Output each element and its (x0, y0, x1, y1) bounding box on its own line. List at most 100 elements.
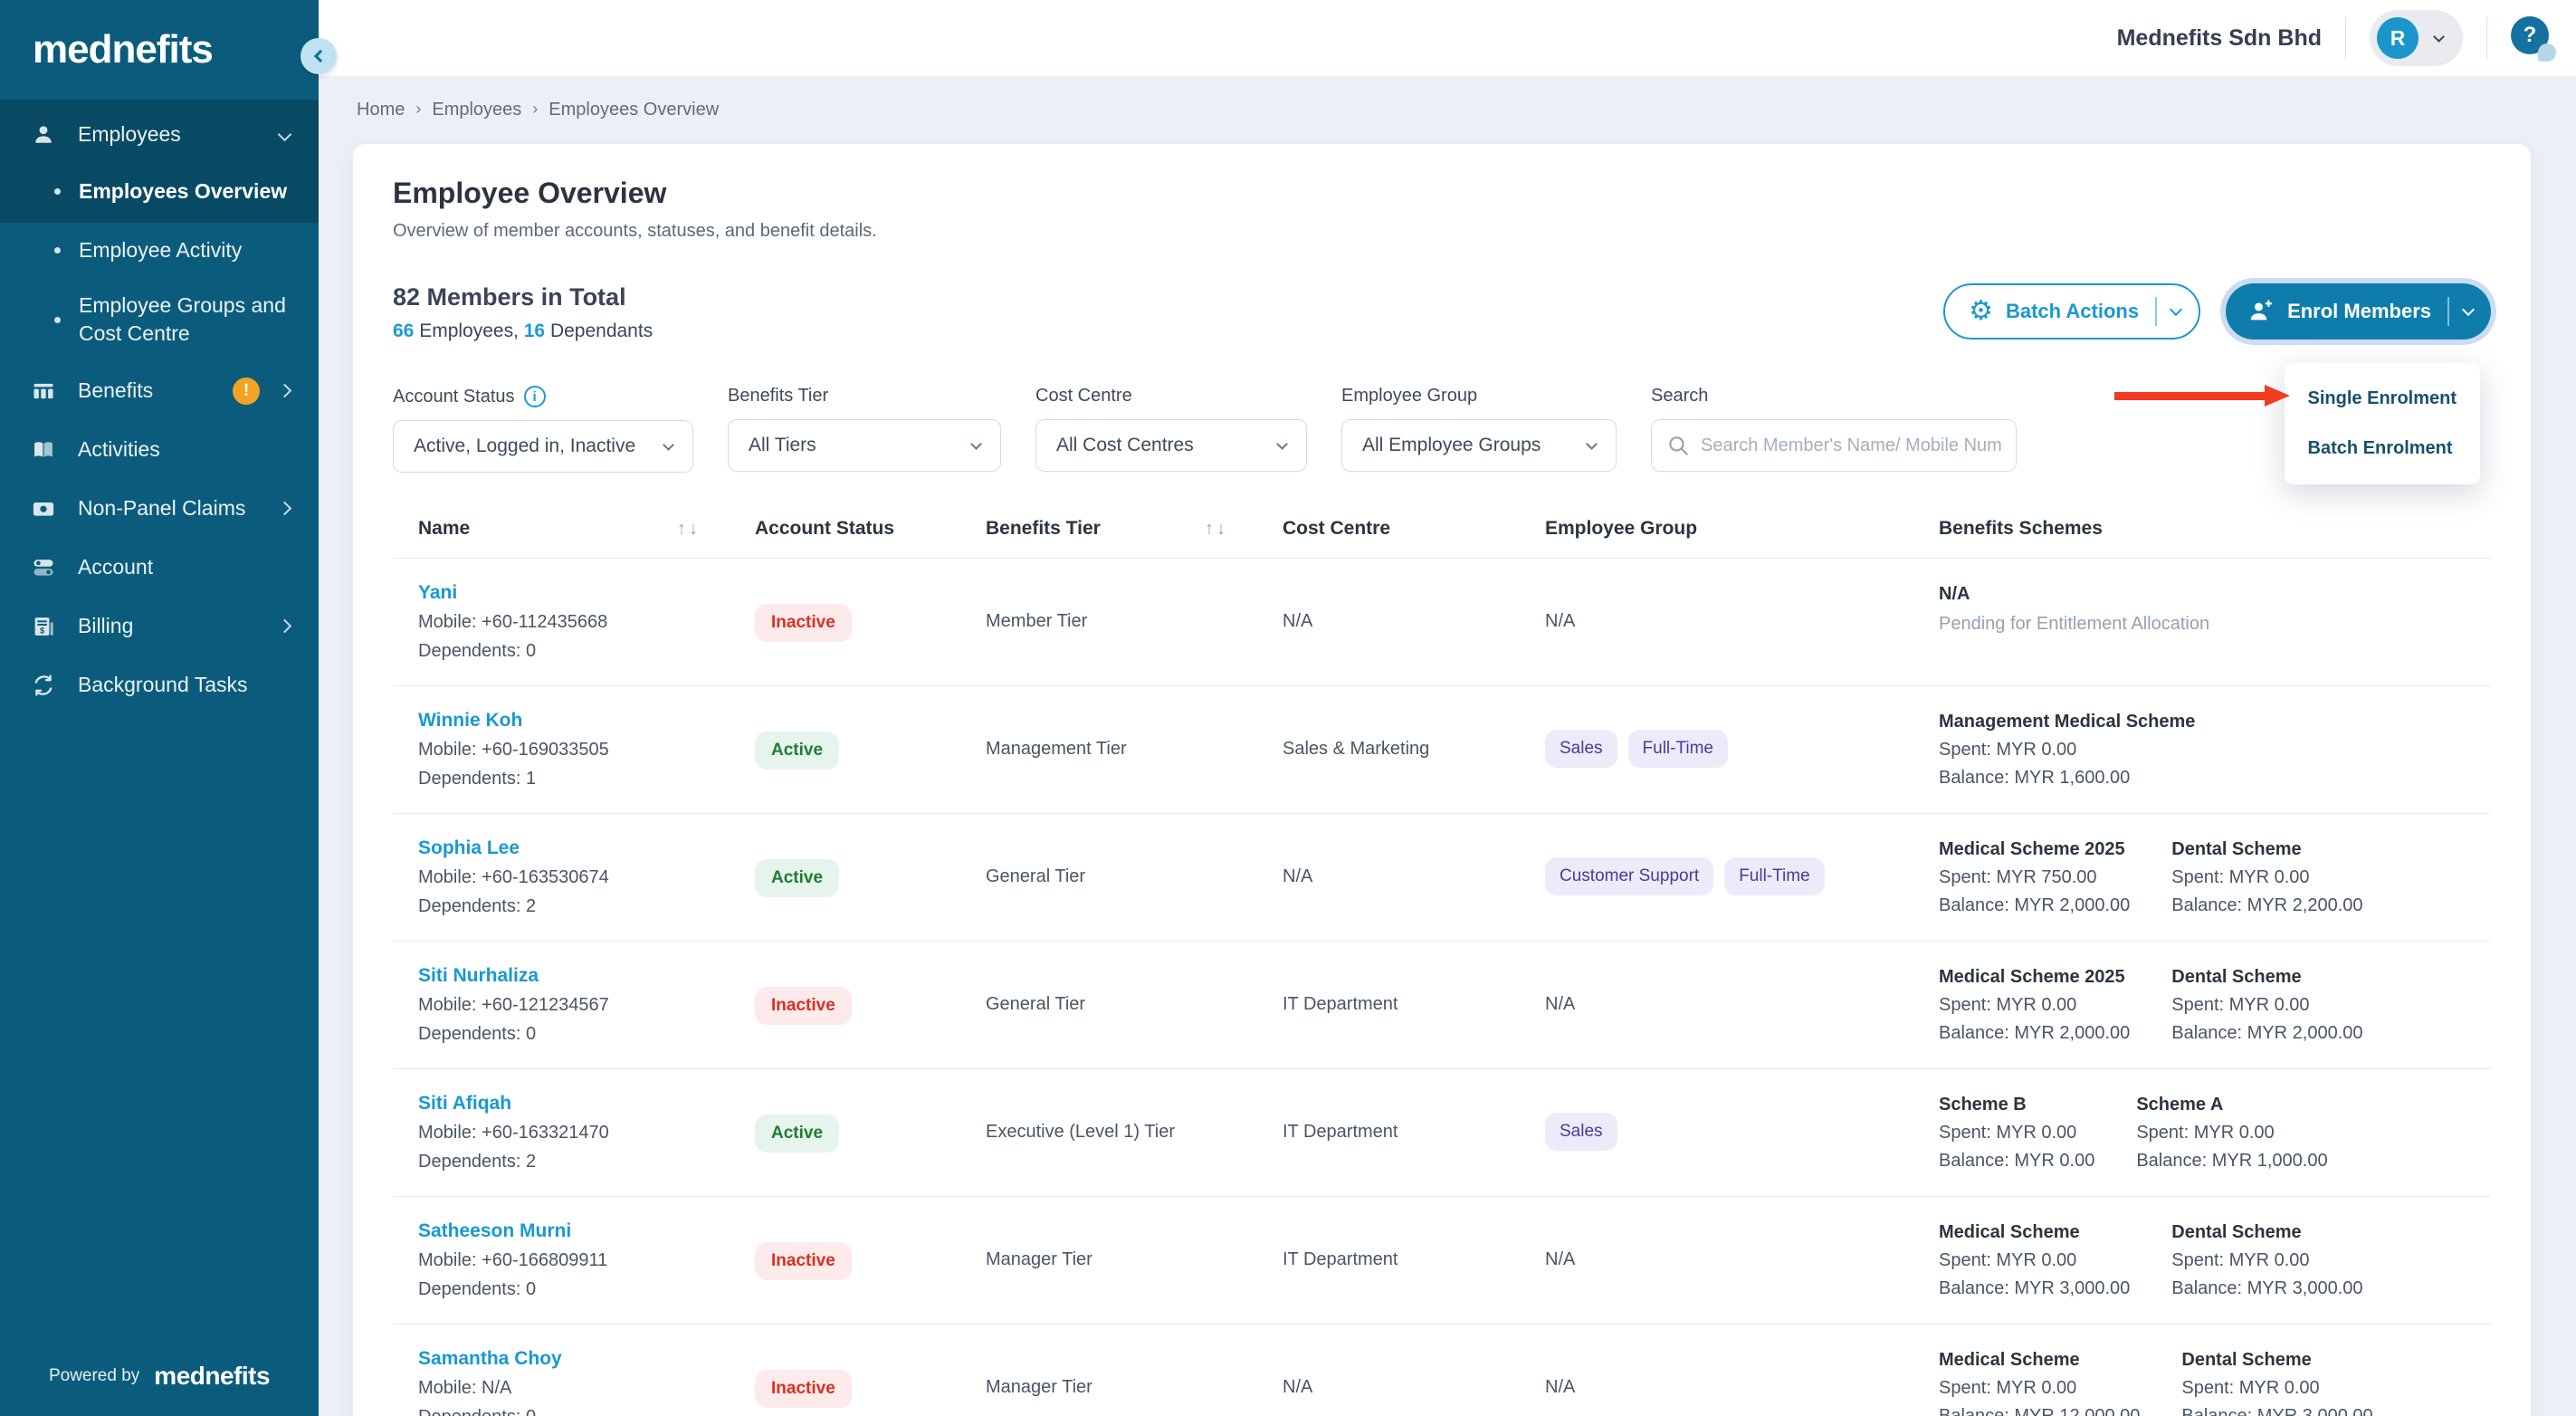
breadcrumb-item[interactable]: Employees (432, 100, 521, 120)
toggles-icon (29, 555, 58, 580)
employee-group-cell: Customer SupportFull-Time (1545, 837, 1939, 895)
filter-label: Employee Group (1341, 386, 1617, 407)
scheme-name: Medical Scheme (1939, 1350, 2140, 1371)
member-dependents: Dependents: 1 (418, 769, 755, 789)
member-dependents: Dependents: 2 (418, 896, 755, 917)
chevron-right-icon (278, 502, 292, 516)
sidebar-item-employees-overview[interactable]: Employees Overview (0, 164, 319, 219)
member-name-link[interactable]: Samantha Choy (418, 1348, 755, 1370)
sidebar-item-account[interactable]: Account (0, 538, 319, 597)
scheme-name: Scheme B (1939, 1095, 2094, 1115)
member-cell: Sophia LeeMobile: +60-163530674Dependent… (393, 837, 755, 917)
scheme-name: Dental Scheme (2181, 1350, 2372, 1371)
filter-select-cost-centre[interactable]: All Cost Centres (1035, 419, 1307, 472)
member-name-link[interactable]: Yani (418, 582, 755, 604)
filter-select-benefits-tier[interactable]: All Tiers (728, 419, 1001, 472)
sidebar-item-label: Billing (78, 612, 260, 640)
scheme-block: Medical Scheme 2025Spent: MYR 750.00Bala… (1939, 839, 2130, 916)
chevron-right-icon (278, 619, 292, 634)
chevron-down-icon (1276, 438, 1288, 450)
filter-select-account-status[interactable]: Active, Logged in, Inactive (393, 420, 693, 473)
group-badge: Full-Time (1724, 857, 1824, 895)
cost-centre-cell: IT Department (1283, 1093, 1545, 1143)
status-cell: Active (755, 837, 986, 897)
sidebar-item-label: Background Tasks (78, 671, 290, 699)
employee-group-cell: SalesFull-Time (1545, 710, 1939, 768)
scheme-name: Dental Scheme (2171, 839, 2362, 860)
member-name-link[interactable]: Siti Nurhaliza (418, 965, 755, 987)
column-header-employee-group: Employee Group (1545, 518, 1939, 540)
sidebar-item-employee-activity[interactable]: Employee Activity (0, 223, 319, 278)
table-row: Samantha ChoyMobile: N/ADependents: 0Ina… (393, 1324, 2491, 1416)
help-button[interactable]: ? (2511, 16, 2554, 60)
status-badge: Active (755, 1115, 839, 1153)
benefits-schemes-cell: Scheme BSpent: MYR 0.00Balance: MYR 0.00… (1939, 1093, 2491, 1172)
scheme-spent: Spent: MYR 750.00 (1939, 867, 2130, 888)
member-mobile: Mobile: +60-112435668 (418, 612, 755, 633)
info-icon[interactable]: i (524, 386, 546, 407)
filter-label-text: Employee Group (1341, 386, 1477, 407)
member-dependents: Dependents: 0 (418, 1024, 755, 1045)
sidebar-item-employees[interactable]: Employees (0, 105, 319, 164)
filter-benefits-tier: Benefits TierAll Tiers (728, 386, 1001, 472)
member-name-link[interactable]: Satheeson Murni (418, 1220, 755, 1242)
page-subtitle: Overview of member accounts, statuses, a… (393, 221, 2491, 242)
sidebar-item-non-panel-claims[interactable]: Non-Panel Claims (0, 479, 319, 538)
member-dependents: Dependents: 0 (418, 1407, 755, 1416)
sidebar-item-billing[interactable]: $Billing (0, 597, 319, 655)
company-name: Mednefits Sdn Bhd (2117, 25, 2322, 52)
column-header-benefits-tier: Benefits Tier↑↓ (986, 518, 1283, 540)
sidebar-item-employee-groups-cost-centre[interactable]: Employee Groups and Cost Centre (0, 278, 319, 361)
divider (2345, 17, 2346, 59)
mednefits-logo: mednefits (0, 0, 319, 94)
sidebar-collapse-button[interactable] (301, 38, 337, 74)
annotation-arrow (2114, 392, 2266, 400)
member-name-link[interactable]: Siti Afiqah (418, 1093, 755, 1115)
scheme-balance: Balance: MYR 2,000.00 (1939, 895, 2130, 916)
employee-group-cell: N/A (1545, 582, 1939, 632)
scheme-spent: Spent: MYR 0.00 (2171, 995, 2362, 1016)
sidebar-nav: EmployeesEmployees OverviewEmployee Acti… (0, 100, 319, 715)
search-input[interactable] (1701, 435, 2001, 456)
scheme-spent: Spent: MYR 0.00 (1939, 1123, 2094, 1143)
cost-centre-cell: IT Department (1283, 1220, 1545, 1270)
member-mobile: Mobile: +60-166809911 (418, 1250, 755, 1271)
column-header-benefits-schemes: Benefits Schemes (1939, 518, 2491, 540)
employees-label: Employees, (414, 321, 523, 341)
benefits-tier-cell: Management Tier (986, 710, 1283, 760)
menu-item-single-enrolment[interactable]: Single Enrolment (2285, 374, 2480, 424)
scheme-block: Scheme ASpent: MYR 0.00Balance: MYR 1,00… (2136, 1095, 2327, 1172)
scheme-block: Scheme BSpent: MYR 0.00Balance: MYR 0.00 (1939, 1095, 2094, 1172)
member-name-link[interactable]: Sophia Lee (418, 837, 755, 859)
status-badge: Active (755, 732, 839, 770)
batch-actions-button[interactable]: ⚙ Batch Actions (1943, 283, 2200, 340)
sort-icons[interactable]: ↑↓ (1205, 519, 1228, 540)
breadcrumb-separator-icon: › (532, 100, 538, 119)
enrol-members-button[interactable]: Enrol Members (2226, 283, 2491, 340)
filter-select-employee-group[interactable]: All Employee Groups (1341, 419, 1617, 472)
status-cell: Active (755, 710, 986, 770)
avatar[interactable]: R (2377, 17, 2419, 59)
benefits-tier-cell: Member Tier (986, 582, 1283, 632)
sidebar-item-benefits[interactable]: Benefits! (0, 361, 319, 420)
scheme-balance: Balance: MYR 3,000.00 (2171, 1278, 2362, 1299)
page-title: Employee Overview (393, 177, 2491, 210)
dependants-label: Dependants (545, 321, 653, 341)
bullet-icon (54, 188, 61, 195)
user-menu[interactable]: R (2370, 10, 2463, 66)
divider (2486, 17, 2487, 59)
breadcrumb-item[interactable]: Employees Overview (549, 100, 719, 120)
sort-icons[interactable]: ↑↓ (677, 519, 701, 540)
sidebar-item-activities[interactable]: Activities (0, 420, 319, 479)
breadcrumb-item[interactable]: Home (357, 100, 405, 120)
chevron-down-icon (663, 439, 674, 451)
warning-badge-icon: ! (233, 378, 260, 405)
scheme-balance: Balance: MYR 3,000.00 (2181, 1406, 2372, 1416)
card-icon (29, 496, 58, 521)
scheme-block: Dental SchemeSpent: MYR 0.00Balance: MYR… (2181, 1350, 2372, 1416)
member-name-link[interactable]: Winnie Koh (418, 710, 755, 732)
content-scroll: Home›Employees›Employees Overview Employ… (319, 76, 2576, 1416)
sidebar-item-background-tasks[interactable]: Background Tasks (0, 655, 319, 714)
menu-item-batch-enrolment[interactable]: Batch Enrolment (2285, 424, 2480, 474)
benefits-schemes-cell: Medical Scheme 2025Spent: MYR 0.00Balanc… (1939, 965, 2491, 1044)
